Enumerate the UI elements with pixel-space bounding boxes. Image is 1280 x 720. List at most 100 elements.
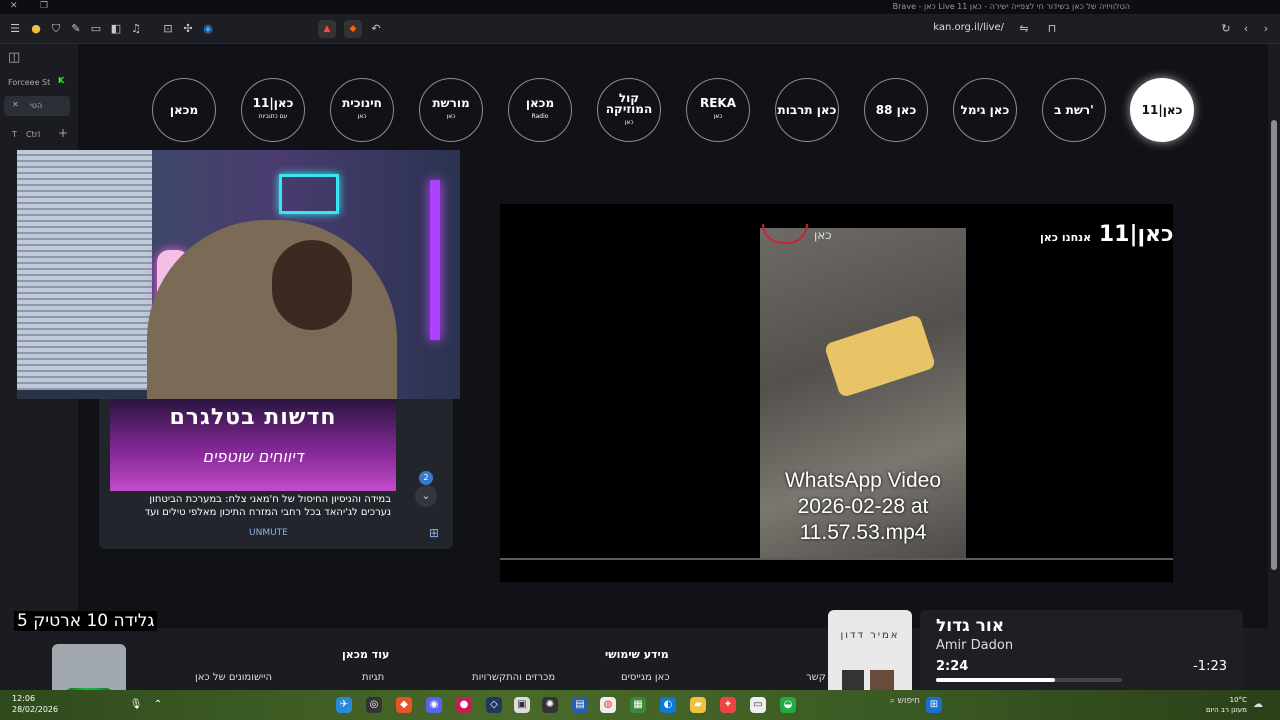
brave-app-icon[interactable]: ◆ bbox=[396, 697, 412, 713]
sidebar-toggle-icon[interactable]: ◧ bbox=[108, 21, 124, 37]
music-icon[interactable]: ♫ bbox=[128, 21, 144, 37]
channel-logo-10: חינוכית כאן bbox=[342, 97, 382, 122]
close-icon[interactable]: ✕ bbox=[10, 1, 18, 11]
channel-button-10[interactable]: חינוכית כאן bbox=[330, 78, 394, 142]
channel-button-1[interactable]: כאן|11 bbox=[1130, 78, 1194, 142]
channel-logo-3: כאן גימל bbox=[961, 104, 1010, 116]
obs-app-icon[interactable]: ◎ bbox=[366, 697, 382, 713]
windows-start-icon[interactable]: ⊞ bbox=[926, 697, 942, 713]
telegram-app-icon[interactable]: ✈ bbox=[336, 697, 352, 713]
channel-logo-8: מכאן Radio bbox=[525, 96, 555, 122]
mic-icon[interactable]: 🎙 bbox=[128, 697, 144, 713]
app-icon-notes[interactable]: ▭ bbox=[750, 697, 766, 713]
channel-button-5[interactable]: כאן תרבות bbox=[775, 78, 839, 142]
sidebar-tab[interactable]: ✕ הטי bbox=[4, 96, 70, 116]
window-title: הטלוויזיה של כאן בשידור חי לצפייה ישירה … bbox=[892, 2, 1130, 11]
channel-button-6[interactable]: REKA כאן bbox=[686, 78, 750, 142]
footer-contact-link[interactable]: קשר bbox=[806, 672, 826, 683]
channel-button-12[interactable]: מכאן bbox=[152, 78, 216, 142]
app-icon-green[interactable]: ◒ bbox=[780, 697, 796, 713]
channel-label: מכאן bbox=[525, 96, 555, 110]
channel-button-2[interactable]: רשת ב' bbox=[1042, 78, 1106, 142]
window-titlebar: ✕ ❐ הטלוויזיה של כאן בשידור חי לצפייה יש… bbox=[0, 0, 1280, 14]
now-playing-widget: אמיר דדון אור גדול Amir Dadon 2:24 -1:23 bbox=[828, 610, 1243, 696]
screenshot-icon[interactable]: ⊡ bbox=[160, 21, 176, 37]
channel-sublabel: כאן bbox=[446, 113, 456, 120]
app-icon-colorful[interactable]: ✦ bbox=[720, 697, 736, 713]
app-icon-blue[interactable]: ◇ bbox=[486, 697, 502, 713]
restore-icon[interactable]: ❐ bbox=[40, 1, 48, 11]
channel-logo-7: קול המוזיקה כאן bbox=[598, 90, 660, 128]
footer-apps-link[interactable]: היישומונים של כאן bbox=[195, 672, 272, 683]
app-icon-red[interactable]: ● bbox=[456, 697, 472, 713]
channel-button-9[interactable]: מורשת כאן bbox=[419, 78, 483, 142]
app-icon-white[interactable]: ▣ bbox=[514, 697, 530, 713]
shield-icon[interactable]: ⛉ bbox=[48, 21, 64, 37]
channel-button-8[interactable]: מכאן Radio bbox=[508, 78, 572, 142]
sidebar-tab-label[interactable]: הטי bbox=[30, 101, 42, 110]
app-icon-blue2[interactable]: ▤ bbox=[572, 697, 588, 713]
page-scrollbar[interactable] bbox=[1268, 44, 1280, 690]
channel-button-11[interactable]: כאן|11 עם כתוביות bbox=[241, 78, 305, 142]
bookmark-icon[interactable]: ⊓ bbox=[1044, 21, 1060, 37]
footer-tags-link[interactable]: תגיות bbox=[362, 672, 384, 683]
weather-widget[interactable]: 10°C מעונן רב היום bbox=[1206, 695, 1247, 715]
taskbar-clock[interactable]: 12:06 28/02/2026 bbox=[12, 693, 58, 715]
channel-logo-2: רשת ב' bbox=[1054, 104, 1094, 116]
taskbar-search[interactable]: חיפוש ⌕ bbox=[800, 696, 920, 714]
edge-app-icon[interactable]: ◐ bbox=[660, 697, 676, 713]
reload-icon[interactable]: ↻ bbox=[1218, 21, 1234, 37]
new-tab-plus-icon[interactable]: + bbox=[58, 126, 68, 140]
url-text[interactable]: kan.org.il/live/ bbox=[933, 22, 1004, 33]
back-icon[interactable]: ‹ bbox=[1238, 21, 1254, 37]
webcam-overlay bbox=[17, 150, 460, 399]
brave-rewards-icon[interactable]: ● bbox=[28, 21, 44, 37]
channel-label: REKA bbox=[699, 96, 737, 110]
channel-button-4[interactable]: כאן 88 bbox=[864, 78, 928, 142]
address-bar[interactable]: kan.org.il/live/ ⇋ ⊓ bbox=[360, 19, 1070, 39]
pen-icon[interactable]: ✎ bbox=[68, 21, 84, 37]
gift-icon[interactable]: ⊞ bbox=[429, 526, 439, 540]
sidebar-panel-icon[interactable]: ◫ bbox=[8, 50, 20, 65]
banner-title: חדשות בטלגרם bbox=[169, 405, 337, 430]
channel-logo-12: מכאן bbox=[170, 104, 198, 116]
kick-icon[interactable]: K bbox=[58, 76, 64, 85]
audio-playing-icon[interactable]: ◉ bbox=[200, 21, 216, 37]
close-tab-icon[interactable]: ✕ bbox=[12, 100, 19, 109]
channel-button-3[interactable]: כאן גימל bbox=[953, 78, 1017, 142]
channel-label: כאן|11 bbox=[1141, 102, 1183, 117]
player-channel-logo: כאן|11 אנחנו כאן bbox=[1036, 222, 1174, 247]
scroll-down-icon[interactable]: ⌄ bbox=[415, 485, 437, 507]
channel-label: קול המוזיקה bbox=[605, 90, 653, 116]
channel-label: כאן תרבות bbox=[777, 102, 837, 117]
footer-tenders-link[interactable]: מכרזים והתקשרויות bbox=[472, 672, 555, 683]
telegram-banner[interactable]: חדשות בטלגרם דיווחים שוטפים bbox=[110, 399, 396, 491]
puzzle-icon[interactable]: ✣ bbox=[180, 21, 196, 37]
store-app-icon[interactable]: ▦ bbox=[630, 697, 646, 713]
banner-subtitle: דיווחים שוטפים bbox=[202, 447, 304, 466]
clock-time: 12:06 bbox=[12, 694, 36, 703]
channel-button-7[interactable]: קול המוזיקה כאן bbox=[597, 78, 661, 142]
site-settings-icon[interactable]: ⇋ bbox=[1016, 21, 1032, 37]
chatgpt-app-icon[interactable]: ✺ bbox=[542, 697, 558, 713]
tray-up-icon[interactable]: ⌃ bbox=[150, 697, 166, 713]
channel-logo-9: מורשת כאן bbox=[432, 97, 469, 122]
chrome-app-icon[interactable]: ◍ bbox=[600, 697, 616, 713]
sidebar-profile-label[interactable]: Forceee St bbox=[8, 78, 50, 87]
channel-logo-1: כאן|11 bbox=[1141, 102, 1183, 117]
player-progress-line[interactable] bbox=[500, 558, 1173, 560]
explorer-app-icon[interactable]: ▰ bbox=[690, 697, 706, 713]
wallet-icon[interactable]: ▭ bbox=[88, 21, 104, 37]
track-progress-bar bbox=[936, 678, 1122, 682]
led-light bbox=[430, 180, 440, 340]
scrollbar-thumb[interactable] bbox=[1271, 120, 1277, 570]
extension-icon[interactable]: ▲ bbox=[318, 20, 336, 38]
unmute-button[interactable]: UNMUTE bbox=[249, 528, 288, 538]
menu-icon[interactable]: ☰ bbox=[7, 21, 23, 37]
player-logo-text: כאן|11 bbox=[1098, 222, 1174, 247]
discord-app-icon[interactable]: ◉ bbox=[426, 697, 442, 713]
forward-icon[interactable]: › bbox=[1258, 21, 1274, 37]
footer-jobs-link[interactable]: כאן מגייסים bbox=[621, 672, 670, 683]
player-logo-sub: אנחנו כאן bbox=[1040, 231, 1092, 244]
windows-taskbar: 12:06 28/02/2026 🎙 ⌃ ✈ ◎ ◆ ◉ ● ◇ ▣ ✺ ▤ ◍… bbox=[0, 690, 1280, 720]
